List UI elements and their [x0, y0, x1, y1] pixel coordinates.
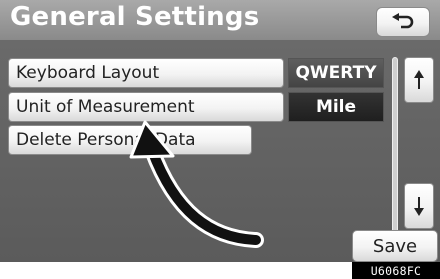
delete-personal-data-button[interactable]: Delete Personal Data — [8, 125, 252, 155]
delete-personal-data-label: Delete Personal Data — [16, 130, 196, 150]
unit-of-measurement-button[interactable]: Unit of Measurement — [8, 92, 284, 122]
return-arrow-icon — [392, 13, 414, 29]
page-title: General Settings — [10, 2, 260, 32]
arrow-down-icon — [414, 197, 424, 216]
figure-code: U6068FC — [352, 262, 440, 279]
settings-screen: General Settings Keyboard Layout QWERTY … — [0, 0, 440, 262]
unit-of-measurement-label: Unit of Measurement — [16, 97, 195, 117]
scrollbar-track[interactable] — [392, 57, 398, 235]
keyboard-layout-label: Keyboard Layout — [16, 63, 160, 83]
back-button[interactable] — [376, 7, 430, 37]
unit-of-measurement-value: Mile — [288, 92, 384, 122]
save-button[interactable]: Save — [352, 230, 438, 262]
save-label: Save — [372, 235, 418, 257]
scroll-up-button[interactable] — [404, 57, 434, 103]
keyboard-layout-value: QWERTY — [288, 58, 384, 88]
scroll-down-button[interactable] — [404, 183, 434, 229]
arrow-up-icon — [414, 70, 424, 89]
keyboard-layout-button[interactable]: Keyboard Layout — [8, 58, 284, 88]
